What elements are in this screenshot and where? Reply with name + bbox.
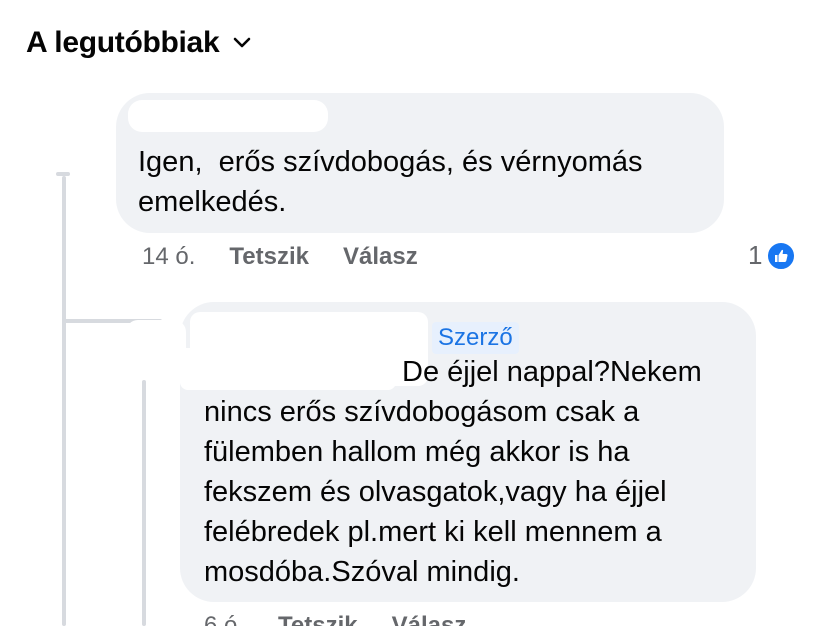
chevron-down-icon <box>234 37 251 48</box>
reply-text-line: mosdóba.Szóval mindig. <box>204 556 520 588</box>
like-button[interactable]: Tetszik <box>229 243 309 270</box>
thread-line-vertical <box>62 176 66 626</box>
comment-timestamp[interactable]: 14 ó. <box>142 243 195 270</box>
reply-text-line: felébredek pl.mert ki kell mennem a <box>204 516 662 548</box>
author-badge: Szerző <box>432 322 519 354</box>
reply-timestamp[interactable]: 6 ó. <box>204 612 244 626</box>
comment-meta: 14 ó. Tetszik Válasz <box>142 243 452 271</box>
thread-line-stub <box>56 172 70 176</box>
reply-text-line: De éjjel nappal?Nekem <box>402 356 702 388</box>
like-button[interactable]: Tetszik <box>278 612 358 626</box>
reply-text-line: nincs erős szívdobogásom csak a <box>204 396 640 428</box>
reaction-count: 1 <box>748 240 763 270</box>
reply-meta: 6 ó. Tetszik Válasz <box>204 612 500 626</box>
thumbs-up-icon <box>766 240 797 271</box>
comment-text: Igen, erős szívdobogás, és vérnyomás <box>138 146 643 178</box>
redacted-author-name <box>128 100 328 132</box>
redacted-avatar <box>126 320 186 360</box>
reply-button[interactable]: Válasz <box>392 612 467 626</box>
redacted-author-name <box>180 348 396 390</box>
thread-line-reply <box>142 380 146 626</box>
reply-button[interactable]: Válasz <box>343 243 418 270</box>
comments-panel: A legutóbbiak Igen, erős szívdobogás, és… <box>0 0 828 626</box>
comment-text: emelkedés. <box>138 186 287 218</box>
sort-dropdown[interactable]: A legutóbbiak <box>26 26 251 60</box>
reply-text-line: fülemben hallom még akkor is ha <box>204 436 630 468</box>
sort-label: A legutóbbiak <box>26 26 220 59</box>
reply-text-line: fekszem és olvasgatok,vagy ha éjjel <box>204 476 667 508</box>
reaction-summary[interactable]: 1 <box>748 240 797 271</box>
